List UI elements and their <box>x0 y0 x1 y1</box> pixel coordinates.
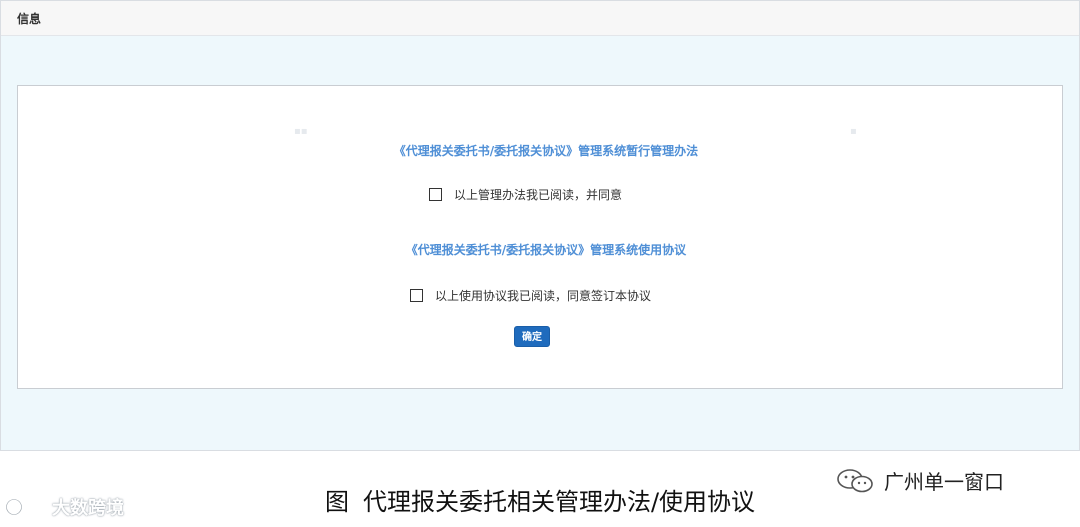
agreement-content-box: ▪▪ ▪ 《代理报关委托书/委托报关协议》管理系统暂行管理办法 以上管理办法我已… <box>17 85 1063 389</box>
usage-agreement-link[interactable]: 《代理报关委托书/委托报关协议》管理系统使用协议 <box>24 241 1068 258</box>
brand-watermark: 大数跨境 <box>6 494 124 520</box>
figure-caption: 图代理报关委托相关管理办法/使用协议 <box>0 482 1080 517</box>
brand-logo-icon <box>6 498 46 515</box>
rules-agree-label: 以上管理办法我已阅读，并同意 <box>454 188 623 202</box>
usage-agree-option[interactable]: 以上使用协议我已阅读，同意签订本协议 <box>410 287 651 304</box>
rules-agree-checkbox[interactable] <box>429 188 442 201</box>
usage-agree-label: 以上使用协议我已阅读，同意签订本协议 <box>435 289 652 303</box>
panel-title: 信息 <box>17 12 42 26</box>
faint-artifact: ▪ <box>850 126 857 137</box>
usage-agree-checkbox[interactable] <box>410 289 423 302</box>
figure-label: 图 <box>324 488 349 516</box>
panel-header: 信息 <box>1 1 1079 36</box>
rules-agree-option[interactable]: 以上管理办法我已阅读，并同意 <box>429 186 622 203</box>
faint-artifact: ▪▪ <box>294 126 308 137</box>
screenshot-frame: 信息 ▪▪ ▪ 《代理报关委托书/委托报关协议》管理系统暂行管理办法 以上管理办… <box>0 0 1080 451</box>
figure-caption-text: 代理报关委托相关管理办法/使用协议 <box>362 488 756 516</box>
confirm-button[interactable]: 确定 <box>514 326 550 347</box>
rules-document-link[interactable]: 《代理报关委托书/委托报关协议》管理系统暂行管理办法 <box>24 142 1068 159</box>
brand-watermark-text: 大数跨境 <box>52 498 124 519</box>
